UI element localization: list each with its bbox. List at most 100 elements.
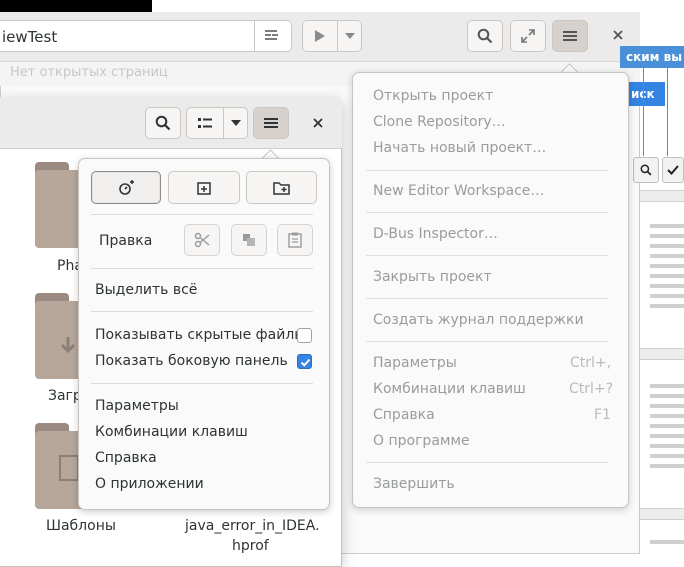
file-label: java_error_in_IDEA.	[185, 518, 320, 534]
menu-item-about[interactable]: О приложении	[95, 476, 204, 492]
close-icon	[313, 118, 323, 128]
fullscreen-icon	[521, 29, 535, 43]
template-icon	[59, 455, 79, 481]
files-search-button[interactable]	[145, 107, 181, 139]
menu-separator	[366, 212, 608, 213]
menu-item-help[interactable]: Справка	[95, 450, 157, 466]
menu-item-open-project[interactable]: Открыть проект	[373, 88, 493, 104]
selection-strip: ским вы	[620, 46, 684, 68]
menu-item-show-sidebar[interactable]: Показать боковую панель	[95, 353, 288, 369]
file-label: Загр	[48, 388, 82, 404]
file-label: Шаблоны	[46, 518, 116, 534]
build-config-icon	[265, 30, 278, 40]
text-line	[650, 424, 684, 428]
menu-separator	[366, 255, 608, 256]
text-line	[650, 284, 684, 288]
menu-item-support-log[interactable]: Создать журнал поддержки	[373, 312, 584, 328]
menu-item-new-project[interactable]: Начать новый проект…	[373, 140, 546, 156]
menu-item-dbus-inspector[interactable]: D-Bus Inspector…	[373, 226, 498, 242]
text-line	[650, 244, 684, 248]
search-action-button[interactable]: иск	[625, 82, 665, 106]
show-hidden-checkbox[interactable]	[297, 328, 312, 343]
menu-item-new-workspace[interactable]: New Editor Workspace…	[373, 183, 544, 199]
shortcut-label: Ctrl+?	[569, 381, 614, 397]
run-button[interactable]	[303, 29, 337, 43]
scissors-icon	[194, 232, 210, 248]
menu-item-clone-repository[interactable]: Clone Repository…	[373, 114, 506, 130]
new-folder-button[interactable]	[246, 171, 317, 204]
list-view-button[interactable]	[187, 117, 223, 129]
menu-separator	[366, 170, 608, 171]
menu-item-about[interactable]: О программе	[373, 433, 470, 449]
check-icon	[667, 165, 679, 175]
menu-separator	[91, 214, 313, 215]
new-window-button[interactable]	[91, 171, 161, 204]
menu-separator	[91, 383, 313, 384]
text-line	[650, 444, 684, 448]
chevron-down-icon	[344, 33, 355, 39]
text-line	[650, 404, 684, 408]
run-options-button[interactable]	[337, 21, 361, 51]
text-line	[650, 254, 684, 258]
text-line	[650, 224, 684, 228]
view-options-button[interactable]	[223, 108, 247, 138]
builder-menu-button[interactable]	[552, 20, 588, 52]
clipboard-icon	[288, 232, 302, 248]
menu-item-preferences[interactable]: Параметры	[373, 355, 457, 371]
builder-search-button[interactable]	[467, 20, 503, 52]
build-config-button[interactable]	[254, 21, 291, 51]
text-line	[650, 414, 684, 418]
run-button-group[interactable]	[302, 20, 362, 52]
menu-item-shortcuts[interactable]: Комбинации клавиш	[373, 381, 526, 397]
menu-separator	[366, 341, 608, 342]
menu-item-close-project[interactable]: Закрыть проект	[373, 269, 492, 285]
top-bar	[0, 0, 152, 12]
right-check-button[interactable]	[662, 157, 684, 183]
files-close-button[interactable]	[310, 114, 326, 132]
text-line	[650, 234, 684, 238]
project-title: iewTest	[2, 28, 58, 46]
search-icon	[155, 115, 171, 131]
check-icon	[300, 358, 311, 367]
shortcut-label: Ctrl+,	[570, 355, 612, 371]
cut-button[interactable]	[184, 224, 220, 256]
download-icon	[60, 337, 76, 354]
menu-separator	[91, 311, 313, 312]
text-line	[650, 454, 684, 458]
menu-item-select-all[interactable]: Выделить всё	[95, 282, 197, 298]
new-tab-button[interactable]	[168, 171, 240, 204]
copy-icon	[243, 234, 255, 246]
menu-item-show-hidden[interactable]: Показывать скрытые файлы	[95, 327, 305, 343]
right-search-button[interactable]	[633, 157, 659, 183]
menu-item-help[interactable]: Справка	[373, 407, 435, 423]
menu-item-quit[interactable]: Завершить	[373, 476, 455, 492]
guide-line	[667, 68, 668, 156]
separator	[640, 348, 684, 360]
text-line	[650, 464, 684, 468]
chevron-down-icon	[230, 120, 241, 126]
menu-separator	[91, 268, 313, 269]
paste-button[interactable]	[277, 224, 313, 256]
list-view-icon	[198, 118, 213, 128]
text-line	[650, 384, 684, 388]
text-line	[650, 264, 684, 268]
builder-close-button[interactable]	[610, 26, 626, 44]
copy-button[interactable]	[231, 224, 267, 256]
text-line	[650, 434, 684, 438]
guide-line	[643, 68, 644, 156]
new-folder-icon	[272, 181, 290, 195]
menu-item-shortcuts[interactable]: Комбинации клавиш	[95, 424, 248, 440]
menu-separator	[366, 462, 608, 463]
no-pages-label: Нет открытых страниц	[10, 65, 168, 80]
menu-separator	[366, 298, 608, 299]
show-sidebar-checkbox[interactable]	[297, 354, 312, 369]
menu-item-preferences[interactable]: Параметры	[95, 398, 179, 414]
separator	[640, 190, 684, 202]
play-icon	[315, 30, 326, 42]
hamburger-icon	[563, 31, 577, 41]
fullscreen-button[interactable]	[510, 20, 546, 52]
view-mode-group[interactable]	[186, 107, 248, 139]
files-menu-button[interactable]	[253, 107, 289, 139]
text-line	[650, 294, 684, 298]
separator	[640, 508, 684, 520]
